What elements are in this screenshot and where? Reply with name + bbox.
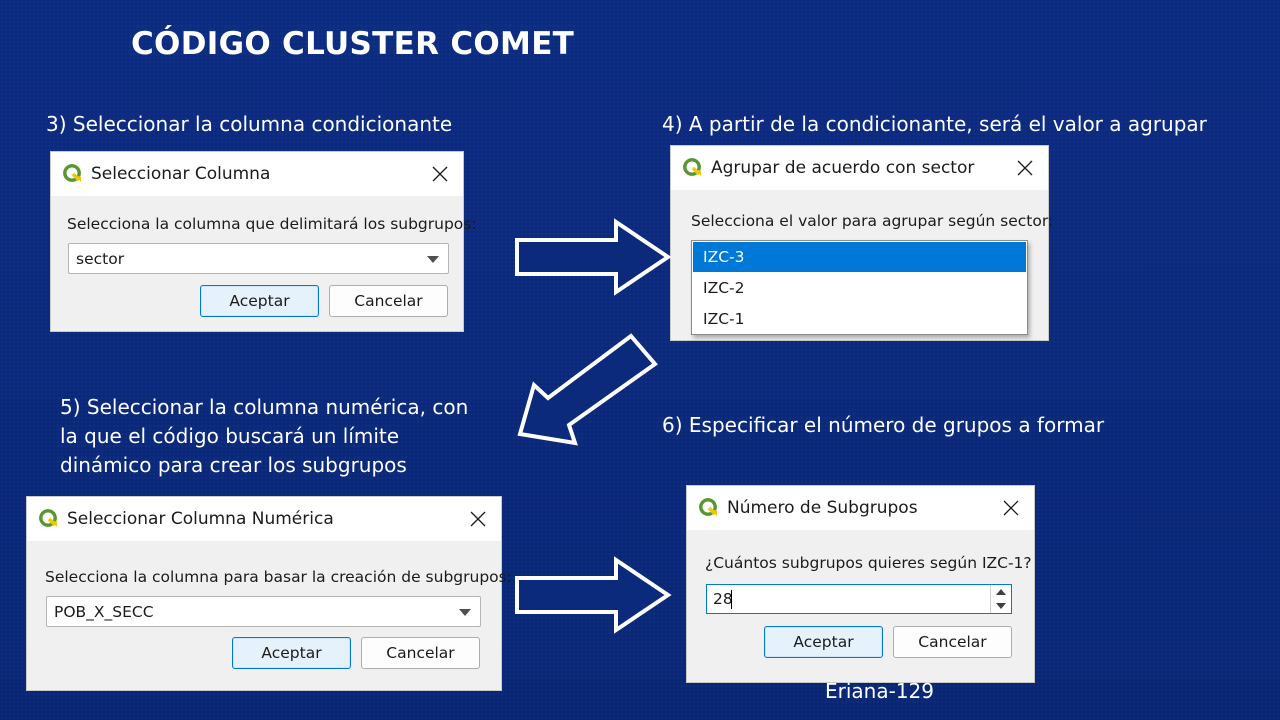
spin-down-icon[interactable]: [991, 599, 1011, 613]
qgis-logo-icon: [39, 509, 57, 527]
dropdown-option-izc-2[interactable]: IZC-2: [693, 273, 1026, 303]
qgis-logo-icon: [683, 158, 701, 176]
step-4-caption: 4) A partir de la condicionante, será el…: [662, 112, 1207, 136]
step-3-caption: 3) Seleccionar la columna condicionante: [46, 112, 453, 136]
dialog-titlebar: Agrupar de acuerdo con sector: [671, 146, 1048, 190]
dropdown-option-izc-1[interactable]: IZC-1: [693, 304, 1026, 334]
text-caret: [731, 590, 732, 609]
dialog-prompt: Selecciona el valor para agrupar según s…: [691, 212, 1054, 230]
close-button[interactable]: [461, 503, 495, 535]
dialog-title: Seleccionar Columna: [91, 164, 271, 184]
diagonal-down-left-arrow-icon: [517, 333, 658, 446]
spinbox-value: 28: [713, 590, 733, 608]
dialog-title: Seleccionar Columna Numérica: [67, 509, 334, 529]
close-icon: [1017, 160, 1033, 176]
step-5-caption: 5) Seleccionar la columna numérica, con …: [60, 393, 520, 480]
step-5-line-2: la que el código buscará un límite: [60, 424, 400, 448]
right-arrow-icon-bottom: [515, 556, 672, 634]
dialog-titlebar: Número de Subgrupos: [687, 486, 1034, 530]
group-by-sector-dialog: Agrupar de acuerdo con sector Selecciona…: [671, 146, 1053, 340]
step-5-line-3: dinámico para crear los subgrupos: [60, 453, 407, 477]
dropdown-option-izc-3[interactable]: IZC-3: [693, 242, 1026, 272]
dialog-title: Agrupar de acuerdo con sector: [711, 158, 975, 178]
close-button[interactable]: [423, 158, 457, 190]
chevron-down-icon: [427, 256, 439, 263]
select-numeric-column-dialog: Seleccionar Columna Numérica Selecciona …: [27, 497, 512, 690]
qgis-logo-icon: [63, 164, 81, 182]
spin-up-icon[interactable]: [991, 585, 1011, 599]
accept-button[interactable]: Aceptar: [200, 285, 319, 317]
accept-button[interactable]: Aceptar: [764, 626, 883, 658]
slide-title: CÓDIGO CLUSTER COMET: [131, 26, 575, 62]
right-arrow-icon-top: [515, 218, 672, 296]
close-button[interactable]: [994, 492, 1028, 524]
dialog-title: Número de Subgrupos: [727, 498, 918, 518]
close-icon: [432, 166, 448, 182]
value-dropdown-list[interactable]: IZC-3 IZC-2 IZC-1: [691, 240, 1028, 335]
dialog-titlebar: Seleccionar Columna Numérica: [27, 497, 501, 541]
cancel-button[interactable]: Cancelar: [893, 626, 1012, 658]
number-of-subgroups-dialog: Número de Subgrupos ¿Cuántos subgrupos q…: [687, 486, 1034, 682]
accept-button[interactable]: Aceptar: [232, 637, 351, 669]
spin-buttons: [990, 585, 1011, 613]
footer-credit: Eriana-129: [825, 679, 934, 703]
qgis-logo-icon: [699, 498, 717, 516]
select-column-dialog: Seleccionar Columna Selecciona la column…: [51, 152, 477, 331]
chevron-down-icon: [459, 609, 471, 616]
combobox-value: POB_X_SECC: [54, 603, 154, 621]
cancel-button[interactable]: Cancelar: [361, 637, 480, 669]
dialog-titlebar: Seleccionar Columna: [51, 152, 463, 196]
dialog-prompt: ¿Cuántos subgrupos quieres según IZC-1?: [705, 554, 1032, 572]
cancel-button[interactable]: Cancelar: [329, 285, 448, 317]
numeric-column-combobox[interactable]: POB_X_SECC: [46, 596, 481, 627]
dialog-prompt: Selecciona la columna que delimitará los…: [67, 215, 477, 233]
step-5-line-1: 5) Seleccionar la columna numérica, con: [60, 395, 469, 419]
subgroups-spinbox[interactable]: 28: [706, 584, 1012, 614]
close-icon: [1003, 500, 1019, 516]
combobox-value: sector: [76, 250, 125, 268]
step-6-caption: 6) Especificar el número de grupos a for…: [662, 413, 1105, 437]
close-button[interactable]: [1008, 152, 1042, 184]
dialog-prompt: Selecciona la columna para basar la crea…: [45, 568, 512, 586]
column-combobox[interactable]: sector: [68, 243, 449, 274]
close-icon: [470, 511, 486, 527]
